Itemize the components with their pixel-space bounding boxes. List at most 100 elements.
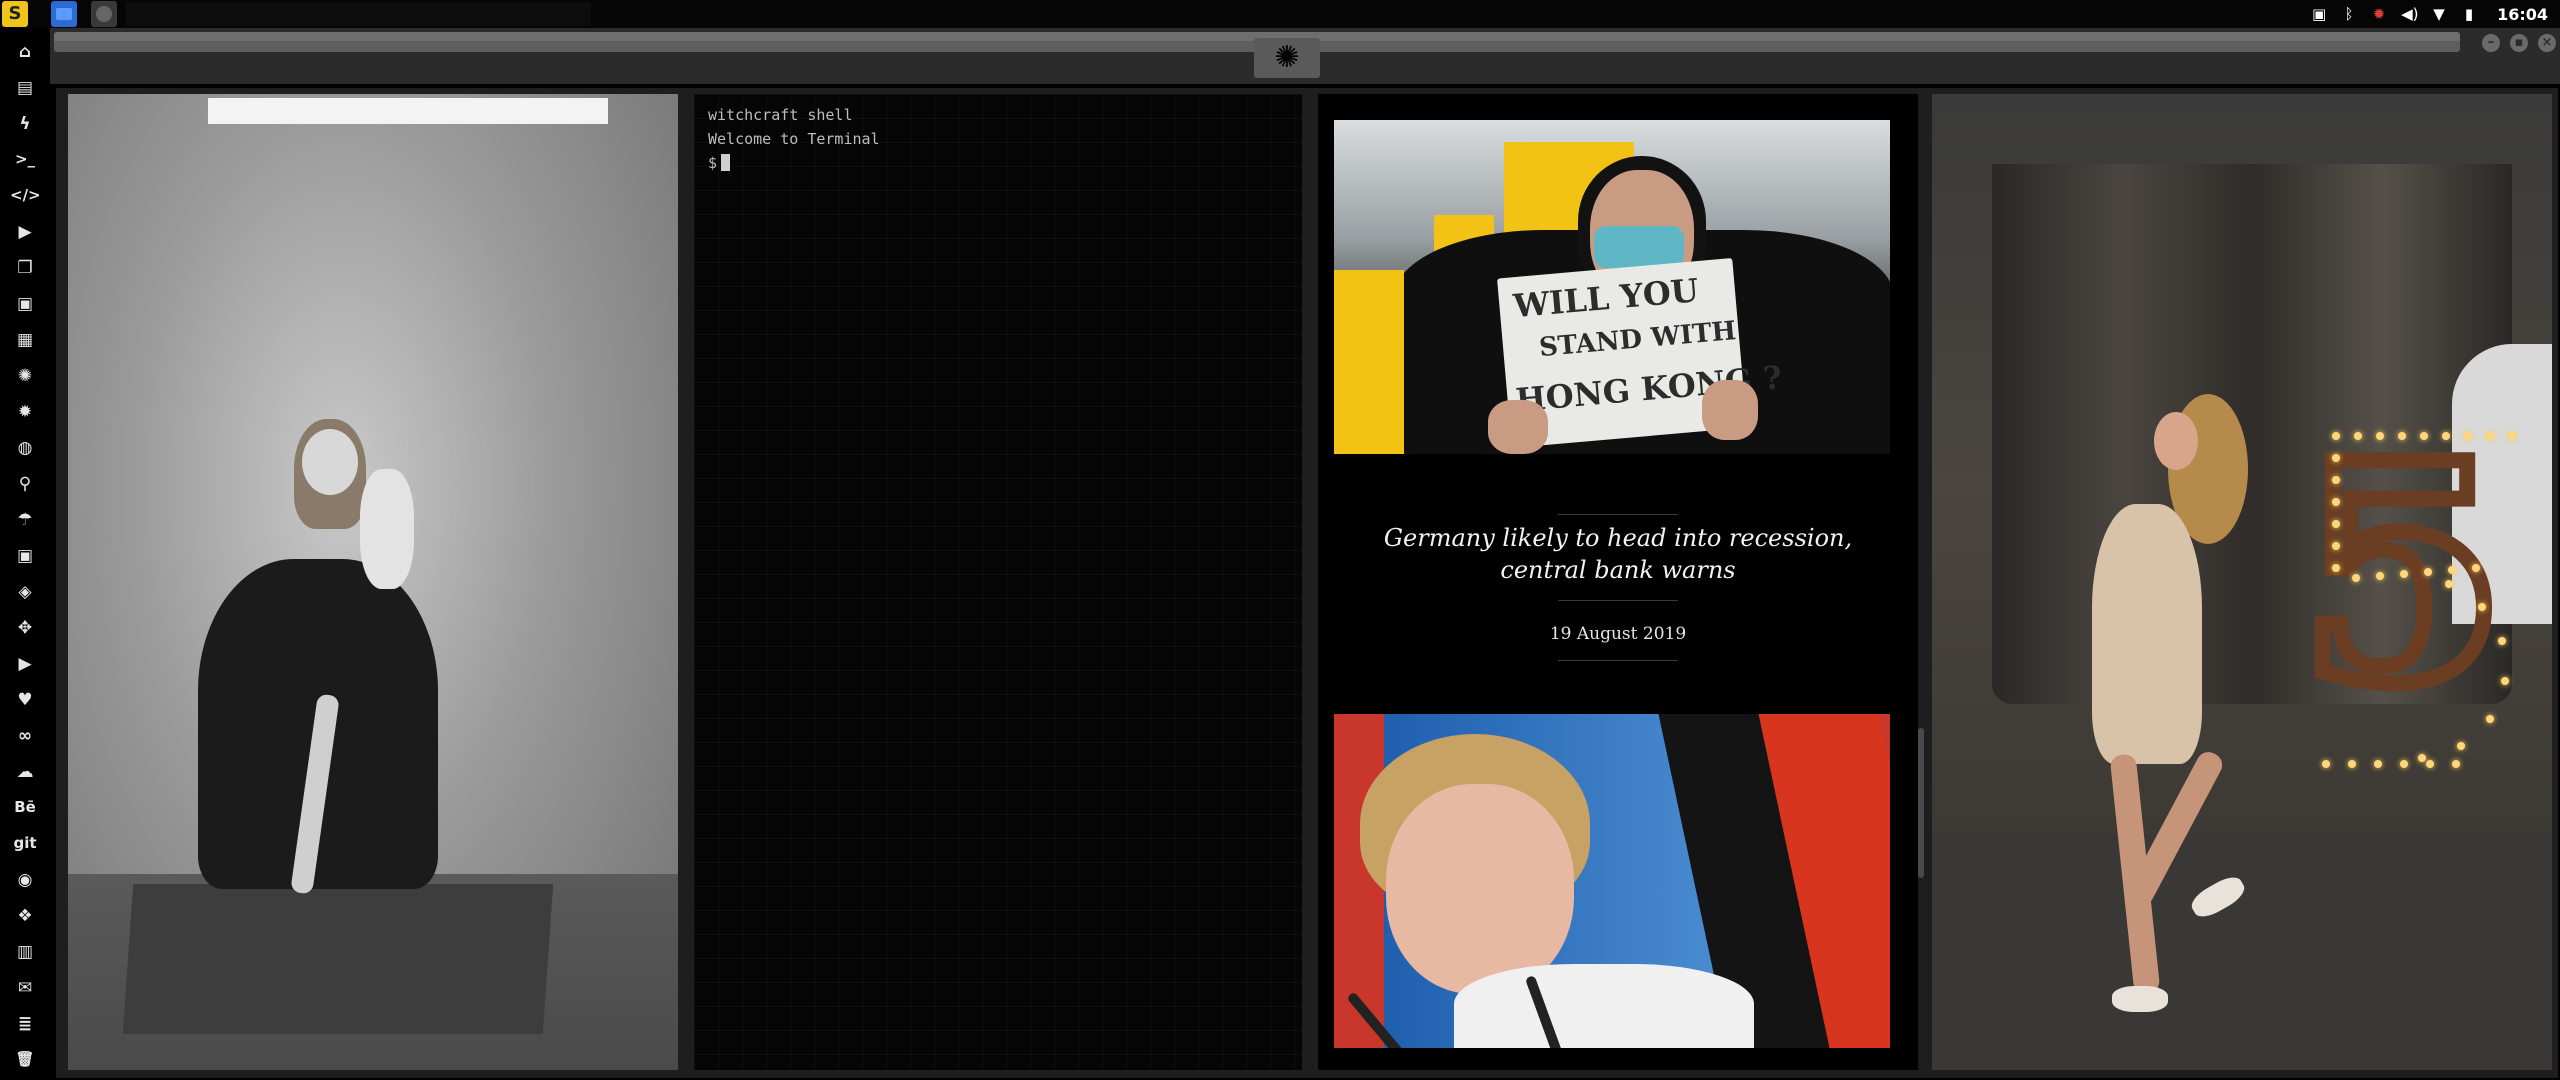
studio-light	[208, 98, 608, 124]
hand	[1488, 400, 1548, 454]
marquee-lights	[2292, 424, 2542, 794]
photo-pane-chanel[interactable]: 5	[1932, 94, 2552, 1070]
hong-kong-protest-image[interactable]: WILL YOU STAND WITH HONG KONG ?	[1334, 120, 1890, 454]
marquee-bulb	[2420, 432, 2428, 440]
news-icon[interactable]: ▦	[10, 330, 40, 358]
face	[1386, 784, 1574, 994]
lightning-icon[interactable]: ϟ	[10, 114, 40, 142]
trash-icon[interactable]: 🗑	[10, 1050, 40, 1078]
yellow-sign	[1334, 270, 1404, 454]
window-titlebar[interactable]: ✺ – ▪ ×	[50, 28, 2560, 84]
marquee-bulb	[2332, 454, 2340, 462]
cc-icon[interactable]: ∞	[10, 726, 40, 754]
server-icon[interactable]: ≣	[10, 1014, 40, 1042]
play-icon[interactable]: ▶	[10, 222, 40, 250]
face-mask	[1594, 226, 1684, 268]
marquee-bulb	[2497, 637, 2506, 646]
marquee-bulb	[2442, 432, 2450, 440]
merkel-image[interactable]	[1334, 714, 1890, 1048]
marquee-bulb	[2448, 566, 2456, 574]
taskbar-area[interactable]	[126, 2, 591, 26]
copy-icon[interactable]: ❐	[10, 258, 40, 286]
news-scrollbar[interactable]	[1918, 728, 1924, 878]
empire-icon[interactable]: ✹	[10, 402, 40, 430]
home-icon[interactable]: ⌂	[10, 42, 40, 70]
terminal-prompt-line[interactable]: $	[708, 154, 731, 172]
model-face	[2154, 412, 2198, 470]
battery-icon[interactable]: ▮	[2461, 6, 2477, 22]
image-icon[interactable]: ▣	[2311, 6, 2327, 22]
marquee-bulb	[2400, 570, 2408, 578]
left-dock: ⌂ ▤ ϟ >_ </> ▶ ❐ ▣ ▦ ✺ ✹ ◍ ⚲ ☂ ▣ ◈ ✥ ▶ ♥ ∞ ☁ Bē git ◉ ❖ ▥ ✉ ≣ 🗑	[0, 28, 50, 1080]
marquee-bulb	[2508, 432, 2516, 440]
marquee-bulb	[2322, 760, 2330, 768]
maximize-button[interactable]: ▪	[2510, 34, 2528, 52]
map-icon[interactable]: ▥	[10, 942, 40, 970]
marquee-bulb	[2486, 432, 2494, 440]
git-icon[interactable]: git	[10, 834, 40, 862]
github-icon[interactable]: ◉	[10, 870, 40, 898]
terminal-icon[interactable]: >_	[10, 150, 40, 178]
volume-icon[interactable]: ◀)	[2401, 6, 2418, 22]
close-button[interactable]: ×	[2538, 34, 2556, 52]
marquee-bulb	[2348, 760, 2356, 768]
marquee-bulb	[2426, 760, 2434, 768]
marquee-bulb	[2400, 760, 2408, 768]
photo-pane-mother-child[interactable]	[68, 94, 678, 1070]
cubes-icon[interactable]: ❖	[10, 906, 40, 934]
globe-icon[interactable]: ◍	[10, 438, 40, 466]
terminal-line-1: witchcraft shell	[708, 106, 853, 124]
floor	[1932, 834, 2552, 1070]
cloud-icon[interactable]: ☁	[10, 762, 40, 790]
divider	[1558, 660, 1678, 661]
rebel-alliance-icon[interactable]: ✺	[1254, 38, 1320, 78]
heart-icon[interactable]: ♥	[10, 690, 40, 718]
rebel-icon[interactable]: ✺	[10, 366, 40, 394]
files-app-icon[interactable]	[51, 1, 77, 27]
marquee-bulb	[2332, 476, 2340, 484]
running-app-icon[interactable]	[91, 1, 117, 27]
marquee-bulb	[2486, 714, 2495, 723]
expand-icon[interactable]: ✥	[10, 618, 40, 646]
marquee-bulb	[2452, 760, 2460, 768]
search-icon[interactable]: ⚲	[10, 474, 40, 502]
baby	[360, 469, 414, 589]
app-launcher-logo-icon[interactable]: S	[2, 1, 28, 27]
contact-icon[interactable]: ▣	[10, 546, 40, 574]
bluetooth-icon[interactable]: ᛒ	[2341, 6, 2357, 22]
clock[interactable]: 16:04	[2497, 5, 2548, 24]
git-diamond-icon[interactable]: ◈	[10, 582, 40, 610]
mother-face	[302, 429, 358, 495]
terminal-pane[interactable]: witchcraft shell Welcome to Terminal $	[694, 94, 1302, 1070]
marquee-bulb	[2472, 564, 2480, 572]
marquee-bulb	[2418, 753, 2427, 762]
cursor	[721, 154, 731, 171]
prompt: $	[708, 154, 718, 172]
marquee-bulb	[2354, 432, 2362, 440]
marquee-bulb	[2332, 498, 2340, 506]
settings-gear-icon[interactable]: ✹	[2371, 6, 2387, 22]
terminal-grid[interactable]	[694, 94, 1302, 1070]
sign-line-2: STAND WITH	[1537, 316, 1738, 364]
wifi-icon[interactable]: ▼	[2431, 6, 2447, 22]
minimize-button[interactable]: –	[2482, 34, 2500, 52]
umbrella-icon[interactable]: ☂	[10, 510, 40, 538]
youtube-icon[interactable]: ▶	[10, 654, 40, 682]
marquee-bulb	[2444, 580, 2453, 589]
article-headline[interactable]: Germany likely to head into recession, c…	[1338, 522, 1898, 586]
hand	[1702, 380, 1758, 440]
document-icon[interactable]: ▤	[10, 78, 40, 106]
marquee-bulb	[2332, 564, 2340, 572]
marquee-bulb	[2424, 568, 2432, 576]
marquee-bulb	[2376, 432, 2384, 440]
code-icon[interactable]: </>	[10, 186, 41, 214]
image-icon[interactable]: ▣	[10, 294, 40, 322]
news-pane[interactable]: WILL YOU STAND WITH HONG KONG ? Germany …	[1318, 94, 1918, 1070]
marquee-bulb	[2500, 677, 2509, 686]
marquee-bulb	[2352, 574, 2360, 582]
mail-icon[interactable]: ✉	[10, 978, 40, 1006]
marquee-bulb	[2456, 742, 2465, 751]
divider	[1558, 514, 1678, 515]
marquee-bulb	[2477, 602, 2486, 611]
behance-icon[interactable]: Bē	[10, 798, 40, 826]
